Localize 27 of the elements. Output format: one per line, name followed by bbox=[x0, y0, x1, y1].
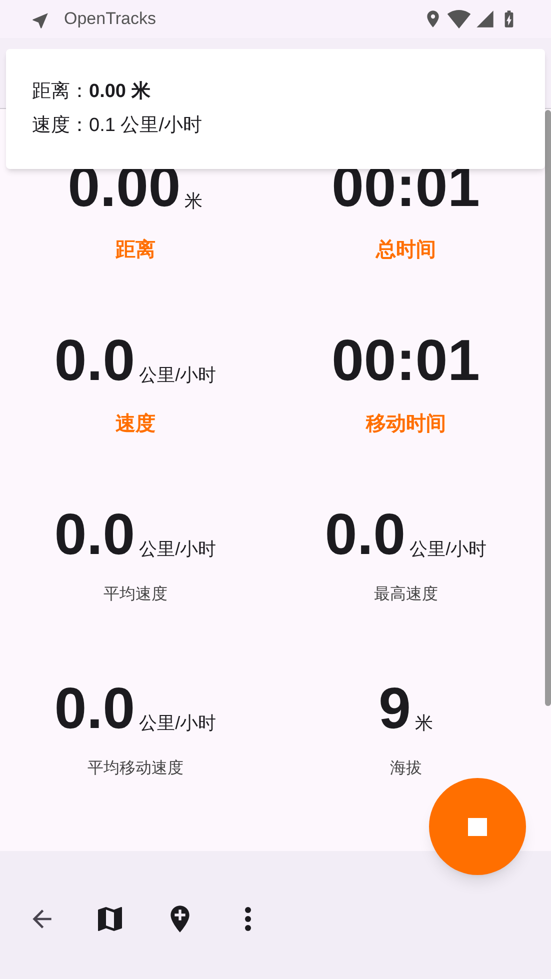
stat-value: 9 bbox=[378, 677, 411, 741]
stat-label: 海拔 bbox=[390, 759, 422, 779]
wifi-icon bbox=[447, 7, 471, 31]
signal-icon bbox=[475, 9, 495, 29]
more-options-icon bbox=[245, 907, 251, 931]
stop-icon bbox=[468, 818, 487, 836]
stat-value: 00:01 bbox=[332, 329, 480, 393]
popup-text: 距离：0.00 米 bbox=[32, 80, 152, 104]
stat-value: 0.0 bbox=[54, 329, 136, 393]
popup-text: 速度：0.1 公里/小时 bbox=[32, 114, 203, 138]
stat-unit: 公里/小时 bbox=[139, 712, 216, 735]
app-name: OpenTracks bbox=[64, 8, 156, 30]
stat-unit: 米 bbox=[184, 190, 203, 213]
stat-unit: 公里/小时 bbox=[139, 364, 216, 387]
stat-unit: 公里/小时 bbox=[410, 538, 487, 561]
stat-label: 最高速度 bbox=[374, 584, 438, 605]
stat-value: 0.0 bbox=[54, 677, 136, 741]
stat-label: 速度 bbox=[115, 412, 156, 437]
stat-label: 平均速度 bbox=[103, 584, 168, 605]
stat-label: 距离 bbox=[115, 238, 156, 263]
stat-label: 移动时间 bbox=[366, 412, 446, 437]
stat-label: 总时间 bbox=[376, 238, 436, 263]
stat-value: 0.0 bbox=[54, 503, 136, 567]
stat-label: 平均移动速度 bbox=[87, 758, 184, 779]
stat-unit: 米 bbox=[414, 712, 433, 735]
stat-unit: 公里/小时 bbox=[139, 538, 216, 561]
stat-value: 0.0 bbox=[324, 503, 406, 567]
